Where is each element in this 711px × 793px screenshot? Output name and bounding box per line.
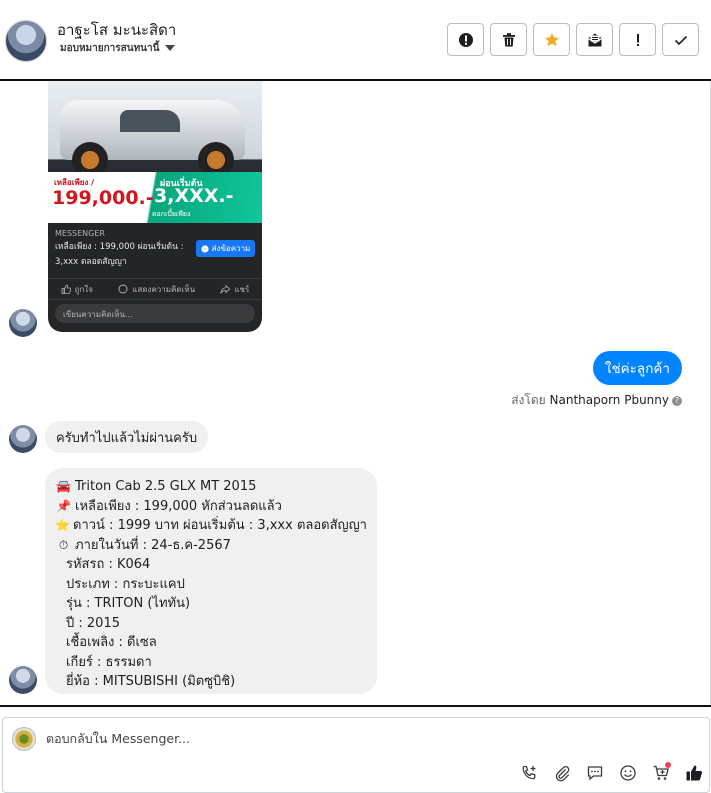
sent-by-label: ส่งโดย Nanthaporn Pbunny? [511, 391, 682, 410]
post-image: เหลือเพียง / 199,000.- ผ่อนเริ่มต้น 3,XX… [48, 81, 262, 223]
pin-emoji-icon: 📌 [56, 498, 71, 513]
post-description: เหลือเพียง : 199,000 ผ่อนเริ่มต้น : 3,xx… [55, 242, 184, 267]
page-avatar [12, 727, 36, 751]
detail-line: ⭐ ดาวน์ : 1999 บาท ผ่อนเริ่มต้น : 3,xxx ต… [55, 516, 367, 536]
detail-line: เชื้อเพลิง : ดีเซล [66, 635, 157, 650]
caret-down-icon [165, 45, 176, 51]
help-icon[interactable]: ? [672, 395, 682, 406]
post-action-bar: ถูกใจ แสดงความคิดเห็น แชร์ [48, 278, 262, 300]
like-icon [61, 284, 71, 294]
share-icon [220, 284, 231, 294]
banner-sub: ดอกเบี้ยเพียง [152, 210, 191, 218]
contact-avatar-small [9, 425, 37, 453]
detail-line: รุ่น : TRITON (ไททัน) [66, 596, 191, 611]
send-message-button[interactable]: ส่งข้อความ [196, 240, 255, 257]
car-emoji-icon: 🚘 [56, 479, 71, 493]
reply-input[interactable] [46, 731, 646, 746]
detail-line: เกียร์ : ธรรมดา [66, 654, 152, 670]
notification-dot [665, 762, 671, 768]
comment-action[interactable]: แสดงความคิดเห็น [118, 283, 195, 296]
message-thread[interactable]: เหลือเพียง / 199,000.- ผ่อนเริ่มต้น 3,XX… [0, 81, 711, 707]
thumbs-up-button[interactable] [683, 762, 705, 784]
attachment-icon [555, 765, 570, 782]
contact-avatar[interactable] [5, 20, 47, 62]
post-source: MESSENGER [55, 229, 105, 238]
star-button[interactable] [533, 23, 570, 56]
reply-composer [2, 717, 710, 793]
spam-button[interactable] [447, 23, 484, 56]
call-icon [522, 765, 536, 780]
spam-icon [458, 32, 473, 47]
send-message-label: ส่งข้อความ [211, 244, 251, 253]
detail-line: ยี่ห้อ : MITSUBISHI (มิตซูบิชิ) [66, 674, 236, 689]
attachment-button[interactable] [551, 762, 573, 784]
mark-done-button[interactable] [662, 23, 699, 56]
delete-button[interactable] [490, 23, 527, 56]
divider [0, 705, 711, 707]
mark-unread-icon [587, 33, 602, 46]
contact-name[interactable]: อาฐะโส มะนะสิดา [57, 18, 176, 42]
banner-price: 199,000.- [52, 187, 154, 209]
comment-icon [118, 284, 128, 294]
sent-by-prefix: ส่งโดย [511, 393, 546, 407]
post-price-banner: เหลือเพียง / 199,000.- ผ่อนเริ่มต้น 3,XX… [48, 172, 262, 223]
trash-icon [502, 32, 515, 46]
saved-reply-button[interactable] [584, 762, 606, 784]
shared-post-card[interactable]: เหลือเพียง / 199,000.- ผ่อนเริ่มต้น 3,XX… [48, 81, 262, 332]
mark-unread-button[interactable] [576, 23, 613, 56]
saved-reply-icon [587, 766, 603, 781]
banner-installment: 3,XXX.- [154, 185, 234, 207]
share-action[interactable]: แชร์ [220, 283, 249, 296]
like-label: ถูกใจ [74, 284, 93, 294]
messenger-icon [201, 244, 209, 253]
contact-avatar-small [9, 309, 37, 337]
comment-label: แสดงความคิดเห็น [132, 284, 196, 294]
emoji-icon [620, 765, 636, 781]
detail-line: ⏱ ภายในวันที่ : 24-ธ.ค-2567 [55, 536, 367, 556]
call-button[interactable] [518, 762, 540, 784]
share-label: แชร์ [234, 284, 250, 294]
star-emoji-icon: ⭐ [55, 518, 70, 532]
timer-emoji-icon: ⏱ [58, 537, 69, 552]
incoming-car-details-message[interactable]: 🚘 Triton Cab 2.5 GLX MT 2015 📌 เหลือเพียง … [45, 468, 377, 694]
assign-conversation-dropdown[interactable]: มอบหมายการสนทนานี้ [60, 41, 176, 56]
detail-line: รหัสรถ : K064 [66, 557, 151, 572]
detail-line: 📌 เหลือเพียง : 199,000 หักส่วนลดแล้ว [55, 497, 367, 517]
incoming-message[interactable]: ครับทำไปแล้วไม่ผ่านครับ [45, 421, 209, 453]
detail-line: ปี : 2015 [66, 615, 120, 631]
conversation-header: อาฐะโส มะนะสิดา มอบหมายการสนทนานี้ [0, 0, 711, 81]
detail-line: ประเภท : กระบะแคป [66, 576, 185, 592]
like-action[interactable]: ถูกใจ [61, 283, 93, 296]
sent-by-name: Nanthaporn Pbunny [549, 393, 669, 407]
post-comment-box[interactable]: เขียนความคิดเห็น... [55, 304, 255, 323]
follow-up-button[interactable] [619, 23, 656, 56]
detail-line: 🚘 Triton Cab 2.5 GLX MT 2015 [55, 477, 367, 497]
contact-avatar-small [9, 666, 37, 694]
composer-tools [518, 762, 705, 784]
follow-up-icon [636, 33, 639, 46]
header-actions [447, 23, 699, 56]
thumbs-up-icon [686, 765, 703, 781]
outgoing-message[interactable]: ใช่ค่ะลูกค้า [592, 351, 682, 385]
assign-label: มอบหมายการสนทนานี้ [60, 43, 160, 54]
done-check-icon [674, 35, 687, 45]
star-icon [544, 32, 559, 46]
shop-button[interactable] [650, 762, 672, 784]
emoji-button[interactable] [617, 762, 639, 784]
